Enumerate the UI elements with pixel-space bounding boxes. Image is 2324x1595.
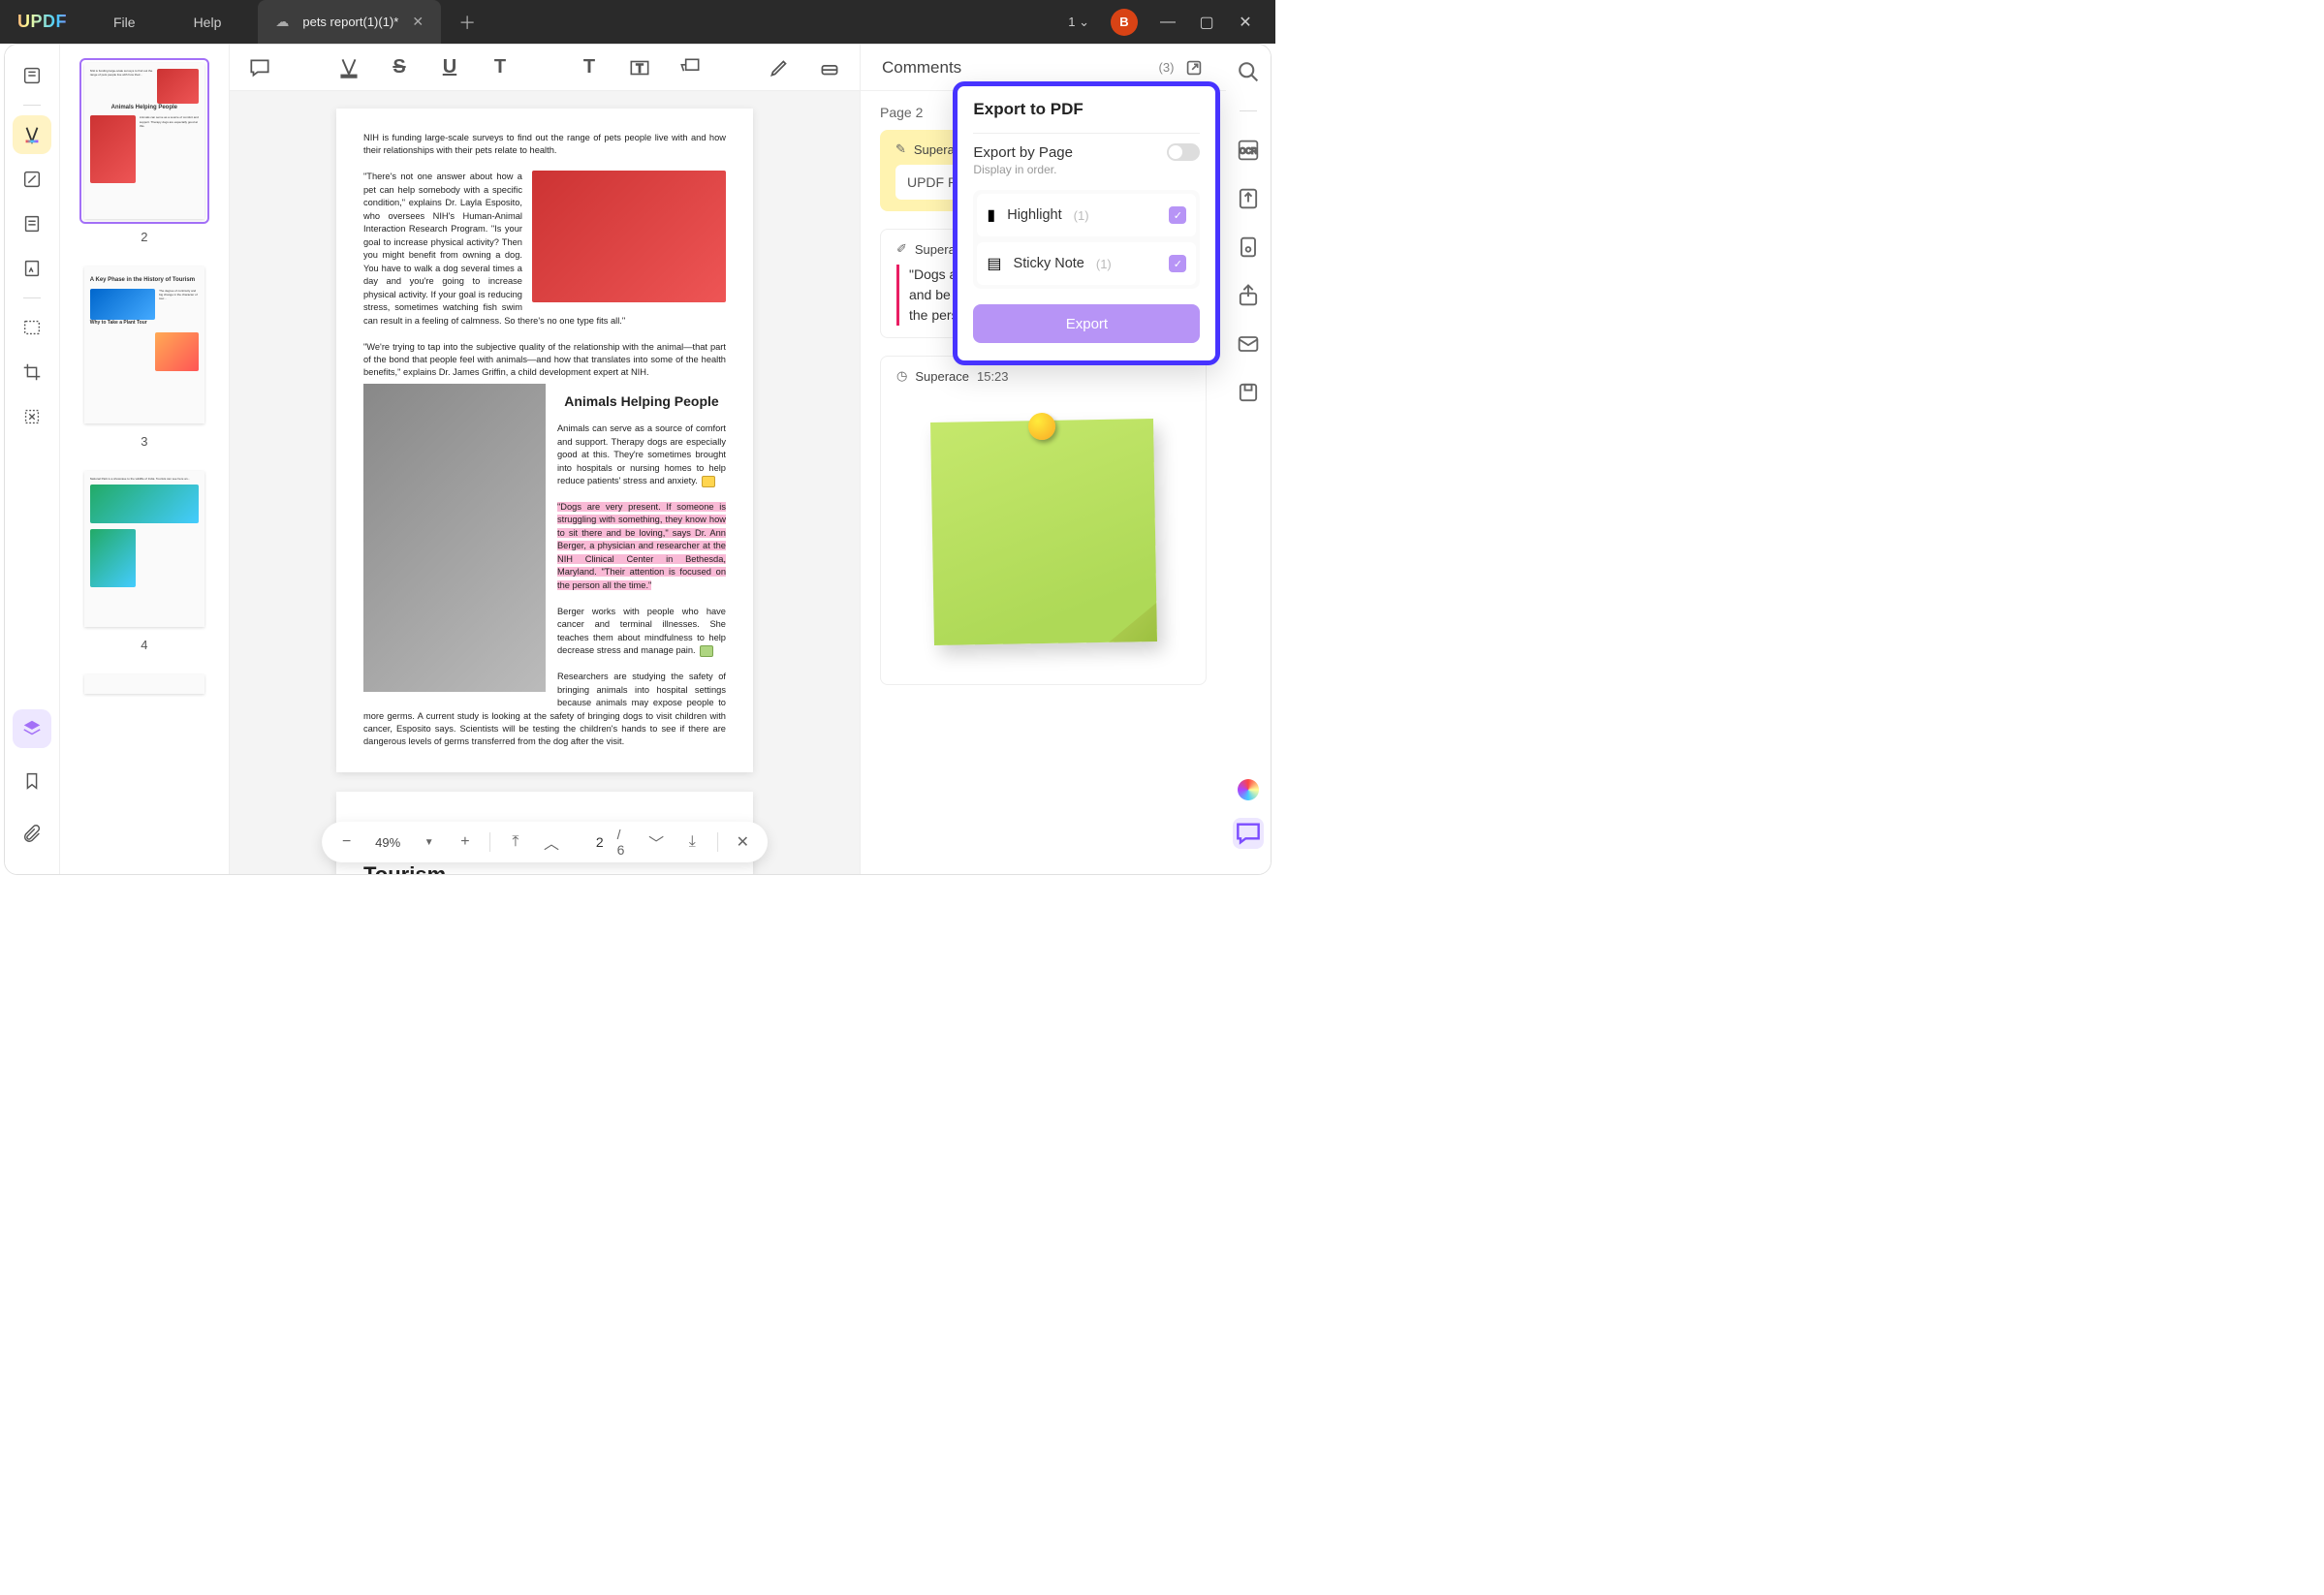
- highlight-tool[interactable]: [336, 55, 361, 80]
- thumbnail-page-2[interactable]: NIH is funding large-scale surveys to fi…: [79, 58, 209, 224]
- maximize-button[interactable]: ▢: [1198, 13, 1215, 32]
- chat-button[interactable]: [1233, 818, 1264, 849]
- comments-count: (3): [1159, 60, 1175, 75]
- pin-icon: [1028, 413, 1055, 440]
- page-navigator: − 49% ▼ + ⤒ ︿ / 6 ﹀ ⤓ ✕: [322, 822, 768, 862]
- zoom-value: 49%: [371, 835, 404, 850]
- thumbnail-label: 2: [79, 230, 209, 244]
- titlebar: UPDF File Help ☁ pets report(1)(1)* ✕ ＋ …: [0, 0, 1275, 44]
- export-row-highlight[interactable]: ▮ Highlight (1) ✓: [977, 194, 1196, 236]
- thumbnail-label: 4: [79, 638, 209, 652]
- fill-sign-button[interactable]: [13, 249, 51, 288]
- search-button[interactable]: [1235, 58, 1262, 85]
- checkbox-checked[interactable]: ✓: [1169, 255, 1186, 272]
- squiggly-tool[interactable]: T: [487, 55, 513, 80]
- page-number-input[interactable]: [577, 834, 604, 850]
- thumbnail-page-4[interactable]: National Park is a showcase to the wildl…: [79, 466, 209, 632]
- bookmark-button[interactable]: [13, 762, 51, 800]
- email-button[interactable]: [1235, 330, 1262, 358]
- textbox-tool[interactable]: T: [627, 55, 652, 80]
- tab-close-button[interactable]: ✕: [412, 14, 424, 30]
- svg-text:T: T: [636, 61, 643, 75]
- app-logo: UPDF: [0, 12, 84, 32]
- window-count[interactable]: 1 ⌄: [1068, 15, 1089, 30]
- eraser-tool[interactable]: [817, 55, 842, 80]
- new-tab-button[interactable]: ＋: [458, 10, 476, 35]
- comments-heading: Comments: [882, 58, 1159, 78]
- sticky-note-icon[interactable]: [700, 645, 713, 657]
- user-avatar[interactable]: B: [1111, 9, 1138, 36]
- clock-icon: ◷: [896, 368, 907, 384]
- share-button[interactable]: [1235, 282, 1262, 309]
- export-by-page-label: Export by Page: [973, 144, 1073, 161]
- layers-button[interactable]: [13, 709, 51, 748]
- compress-button[interactable]: [13, 397, 51, 436]
- callout-tool[interactable]: [677, 55, 703, 80]
- sticky-note-image: [930, 419, 1157, 645]
- annotation-toolbar: S U T T T: [230, 45, 860, 91]
- left-toolbar: [5, 45, 60, 874]
- comment-tool-button[interactable]: [13, 115, 51, 154]
- pencil-tool[interactable]: [767, 55, 792, 80]
- protect-button[interactable]: [1235, 234, 1262, 261]
- export-button[interactable]: Export: [973, 304, 1200, 343]
- thumbnail-label: 3: [79, 434, 209, 449]
- note-icon: ▤: [987, 254, 1001, 273]
- close-pager-button[interactable]: ✕: [732, 830, 754, 854]
- document-tab[interactable]: ☁ pets report(1)(1)* ✕: [258, 0, 441, 44]
- page-2: NIH is funding large-scale surveys to fi…: [336, 109, 753, 772]
- document-area: S U T T T NIH is funding large-scale sur…: [230, 45, 860, 874]
- thumbnail-page-5[interactable]: [79, 670, 209, 699]
- comments-panel: Comments (3) Page 2 ✎Superace15:23 UPDF …: [860, 45, 1226, 874]
- highlighted-text[interactable]: "Dogs are very present. If someone is st…: [557, 502, 726, 590]
- cat-image: [363, 384, 546, 692]
- checkbox-checked[interactable]: ✓: [1169, 206, 1186, 224]
- export-modal-title: Export to PDF: [973, 100, 1200, 119]
- menu-file[interactable]: File: [84, 15, 165, 30]
- ocr-button[interactable]: OCR: [1235, 137, 1262, 164]
- text-tool[interactable]: T: [577, 55, 602, 80]
- cloud-icon: ☁: [275, 14, 289, 30]
- note-tool[interactable]: [247, 55, 272, 80]
- right-toolbar: OCR: [1226, 45, 1271, 874]
- highlight-icon: ✎: [895, 141, 906, 157]
- first-page-button[interactable]: ⤒: [504, 830, 526, 854]
- convert-button[interactable]: [1235, 185, 1262, 212]
- highlight-icon: ▮: [987, 205, 995, 225]
- export-by-page-toggle[interactable]: [1167, 143, 1200, 161]
- underline-tool[interactable]: U: [437, 55, 462, 80]
- edit-tool-button[interactable]: [13, 160, 51, 199]
- tab-title: pets report(1)(1)*: [302, 15, 398, 29]
- save-button[interactable]: [1235, 379, 1262, 406]
- minimize-button[interactable]: —: [1159, 14, 1177, 31]
- close-window-button[interactable]: ✕: [1237, 13, 1254, 32]
- zoom-in-button[interactable]: +: [454, 830, 476, 854]
- last-page-button[interactable]: ⤓: [681, 830, 704, 854]
- export-to-pdf-modal: Export to PDF Export by Page Display in …: [953, 81, 1220, 365]
- crop-button[interactable]: [13, 353, 51, 391]
- prev-page-button[interactable]: ︿: [541, 830, 563, 854]
- export-row-sticky[interactable]: ▤ Sticky Note (1) ✓: [977, 242, 1196, 285]
- dogs-image: [532, 171, 726, 302]
- zoom-dropdown[interactable]: ▼: [418, 830, 440, 854]
- thumbnail-panel: NIH is funding large-scale surveys to fi…: [60, 45, 230, 874]
- menu-help[interactable]: Help: [165, 15, 251, 30]
- pencil-icon: ✐: [896, 241, 907, 257]
- export-comments-button[interactable]: [1183, 57, 1205, 78]
- attachment-button[interactable]: [13, 814, 51, 853]
- zoom-out-button[interactable]: −: [335, 830, 358, 854]
- updf-logo-icon[interactable]: [1238, 779, 1259, 800]
- next-page-button[interactable]: ﹀: [645, 830, 668, 854]
- reader-mode-button[interactable]: [13, 56, 51, 95]
- page-tool-button[interactable]: [13, 204, 51, 243]
- page-total: / 6: [617, 827, 632, 858]
- sticky-note-icon[interactable]: [702, 476, 715, 487]
- thumbnail-page-3[interactable]: A Key Phase in the History of Tourism Th…: [79, 262, 209, 427]
- document-scroll[interactable]: NIH is funding large-scale surveys to fi…: [230, 91, 860, 874]
- strikethrough-tool[interactable]: S: [387, 55, 412, 80]
- export-sub-label: Display in order.: [973, 163, 1200, 176]
- svg-text:OCR: OCR: [1240, 147, 1257, 156]
- redact-button[interactable]: [13, 308, 51, 347]
- comment-item-sticky[interactable]: ◷Superace15:23: [880, 356, 1207, 685]
